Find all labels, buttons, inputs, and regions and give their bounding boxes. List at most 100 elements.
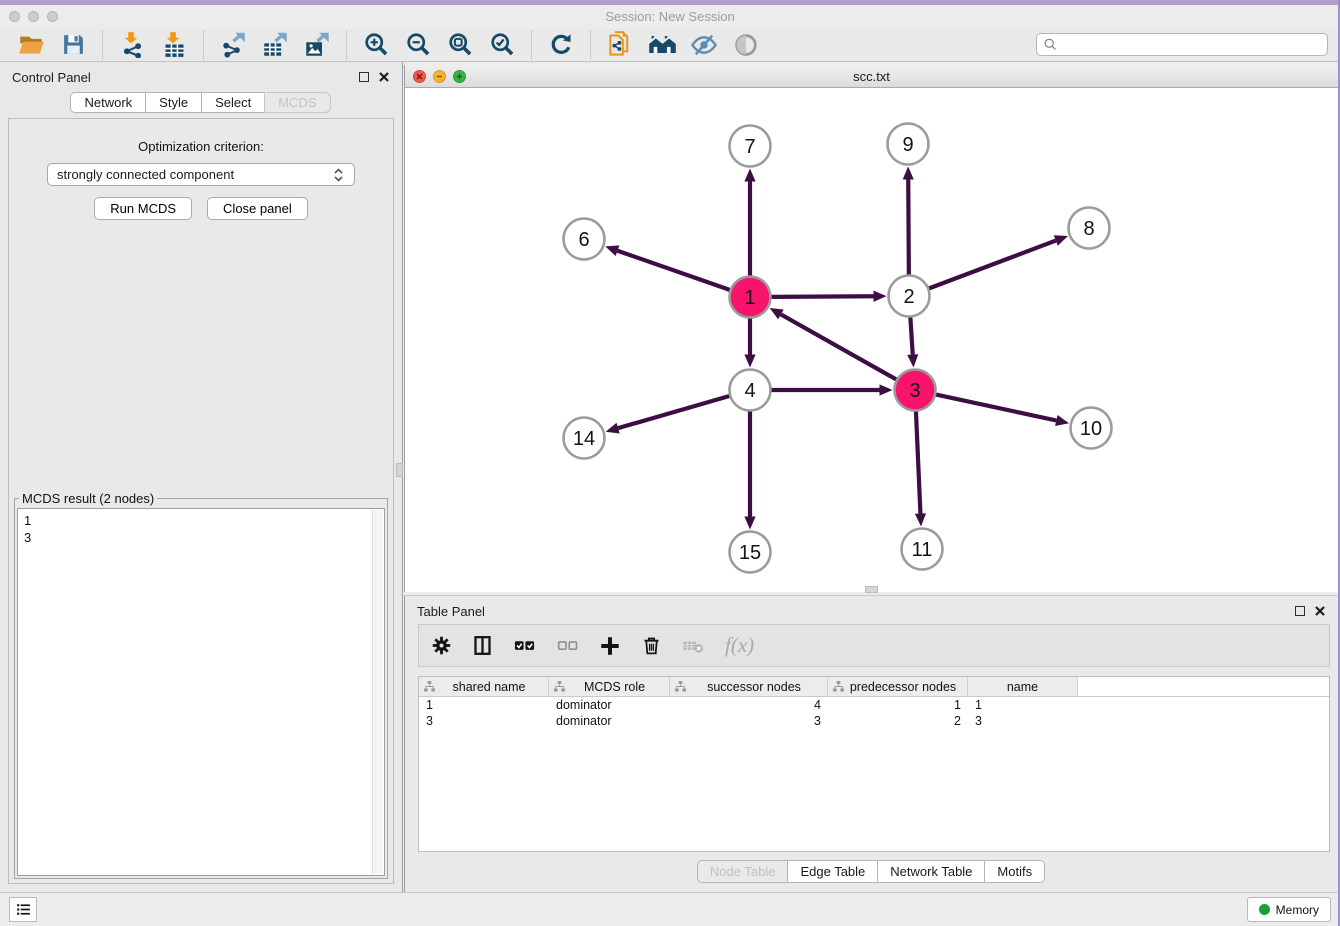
export-table-icon[interactable] xyxy=(259,30,291,60)
select-all-icon[interactable] xyxy=(513,634,536,657)
table-row[interactable]: 3dominator323 xyxy=(419,713,1329,729)
table-row[interactable]: 1dominator411 xyxy=(419,697,1329,713)
task-history-button[interactable] xyxy=(9,897,37,922)
hide-panels-eye-slash-icon[interactable] xyxy=(688,30,720,60)
edge-arrowhead xyxy=(744,169,755,182)
vertical-splitter-handle[interactable] xyxy=(865,586,878,593)
edge-arrowhead xyxy=(873,291,886,302)
window-title: Session: New Session xyxy=(0,9,1340,24)
column-header-name[interactable]: name xyxy=(968,677,1078,696)
select-stepper-icon xyxy=(332,167,345,183)
memory-status-icon xyxy=(1259,904,1270,915)
float-panel-icon[interactable] xyxy=(359,72,369,82)
column-header-MCDS-role[interactable]: MCDS role xyxy=(549,677,670,696)
horizontal-splitter-handle[interactable] xyxy=(396,463,403,477)
tab-network[interactable]: Network xyxy=(70,92,146,113)
column-header-predecessor-nodes[interactable]: predecessor nodes xyxy=(828,677,968,696)
tab-select[interactable]: Select xyxy=(201,92,265,113)
table-toolbar: f(x) xyxy=(418,624,1330,667)
table-cell: 3 xyxy=(670,714,828,728)
tab-network-table[interactable]: Network Table xyxy=(877,860,985,883)
search-icon xyxy=(1043,37,1058,52)
toolbar-separator xyxy=(203,31,204,59)
open-session-icon[interactable] xyxy=(15,30,47,60)
zoom-in-icon[interactable] xyxy=(360,30,392,60)
table-cell: 1 xyxy=(828,698,968,712)
graph-edge-1-2[interactable] xyxy=(771,296,873,297)
network-canvas[interactable]: 7968124314101511 xyxy=(405,88,1337,591)
close-table-panel-icon[interactable] xyxy=(1314,605,1326,617)
import-table-icon[interactable] xyxy=(158,30,190,60)
tab-edge-table[interactable]: Edge Table xyxy=(787,860,878,883)
reset-view-home-icon[interactable] xyxy=(646,30,678,60)
delete-row-trash-icon[interactable] xyxy=(641,635,662,656)
tab-motifs[interactable]: Motifs xyxy=(984,860,1045,883)
network-view-title: scc.txt xyxy=(405,69,1338,84)
memory-button[interactable]: Memory xyxy=(1247,897,1331,922)
table-settings-gear-icon[interactable] xyxy=(431,635,452,656)
zoom-fit-icon[interactable] xyxy=(444,30,476,60)
network-window-titlebar[interactable]: scc.txt xyxy=(405,65,1338,88)
node-label: 2 xyxy=(903,286,914,308)
show-column-icon[interactable] xyxy=(472,635,493,656)
open-network-file-icon[interactable] xyxy=(604,30,636,60)
import-network-icon[interactable] xyxy=(116,30,148,60)
mcds-result-text: 1 3 xyxy=(18,509,384,549)
graph-edge-3-10[interactable] xyxy=(936,395,1056,421)
search-input[interactable] xyxy=(1062,37,1321,52)
hierarchy-icon xyxy=(675,681,686,692)
close-panel-icon[interactable] xyxy=(378,71,390,83)
function-builder-icon[interactable]: f(x) xyxy=(725,633,754,658)
mcds-result-area[interactable]: 1 3 xyxy=(17,508,385,876)
graph-edge-4-14[interactable] xyxy=(618,396,729,428)
status-bar: Memory xyxy=(0,892,1340,926)
tab-mcds[interactable]: MCDS xyxy=(264,92,330,113)
add-row-icon[interactable] xyxy=(599,635,621,657)
tab-style[interactable]: Style xyxy=(145,92,202,113)
mcds-result-group: MCDS result (2 nodes) 1 3 xyxy=(14,491,388,879)
tab-node-table[interactable]: Node Table xyxy=(697,860,789,883)
hierarchy-icon xyxy=(424,681,435,692)
column-header-shared-name[interactable]: shared name xyxy=(419,677,549,696)
column-header-successor-nodes[interactable]: successor nodes xyxy=(670,677,828,696)
node-label: 1 xyxy=(744,287,755,309)
save-session-icon[interactable] xyxy=(57,30,89,60)
search-box[interactable] xyxy=(1036,33,1328,56)
node-table[interactable]: shared nameMCDS rolesuccessor nodesprede… xyxy=(418,676,1330,852)
table-cell: 1 xyxy=(419,698,549,712)
graph-edge-3-1[interactable] xyxy=(781,314,896,379)
graph-edge-2-9[interactable] xyxy=(908,179,909,274)
result-scrollbar[interactable] xyxy=(372,510,383,874)
table-cell: 3 xyxy=(968,714,1078,728)
criterion-select[interactable]: strongly connected component xyxy=(47,163,355,186)
edge-arrowhead xyxy=(744,355,755,368)
titlebar: Session: New Session xyxy=(0,5,1340,28)
graph-edge-1-6[interactable] xyxy=(618,251,730,290)
table-panel-header: Table Panel xyxy=(405,596,1338,626)
edge-arrowhead xyxy=(915,513,926,526)
export-network-icon[interactable] xyxy=(217,30,249,60)
run-mcds-button[interactable]: Run MCDS xyxy=(94,197,192,220)
node-label: 15 xyxy=(739,542,761,564)
graph-edge-2-3[interactable] xyxy=(910,317,912,354)
toggle-panel-icon[interactable] xyxy=(730,30,762,60)
zoom-out-icon[interactable] xyxy=(402,30,434,60)
table-cell: 2 xyxy=(828,714,968,728)
memory-label: Memory xyxy=(1276,903,1319,917)
table-header-row: shared nameMCDS rolesuccessor nodesprede… xyxy=(419,677,1329,697)
node-label: 9 xyxy=(902,134,913,156)
table-panel: Table Panel f(x) shared nameMCDS role xyxy=(404,595,1338,892)
main-toolbar xyxy=(0,28,1338,62)
export-image-icon[interactable] xyxy=(301,30,333,60)
list-icon xyxy=(15,901,32,918)
deselect-all-icon[interactable] xyxy=(556,634,579,657)
graph-edge-3-11[interactable] xyxy=(916,411,920,513)
float-table-panel-icon[interactable] xyxy=(1295,606,1305,616)
close-panel-button[interactable]: Close panel xyxy=(207,197,308,220)
delete-table-icon[interactable] xyxy=(682,634,705,657)
hierarchy-icon xyxy=(554,681,565,692)
zoom-selected-icon[interactable] xyxy=(486,30,518,60)
edge-arrowhead xyxy=(744,517,755,530)
graph-edge-2-8[interactable] xyxy=(929,241,1056,289)
apply-preferred-layout-icon[interactable] xyxy=(545,30,577,60)
